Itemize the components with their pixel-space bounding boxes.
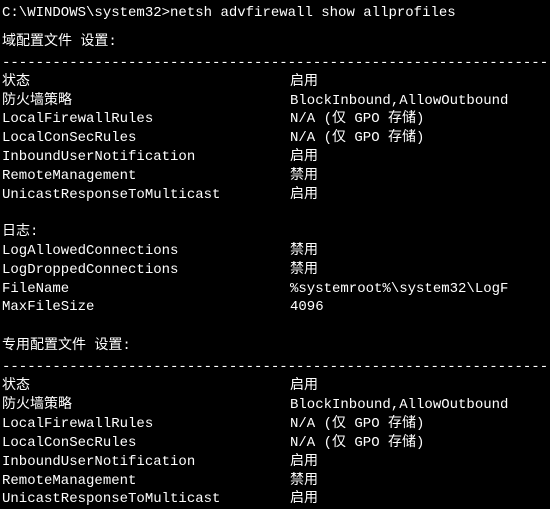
output-row: 防火墙策略BlockInbound,AllowOutbound: [2, 396, 548, 415]
output-key: RemoteManagement: [2, 472, 290, 491]
divider: ----------------------------------------…: [2, 54, 548, 73]
divider: ----------------------------------------…: [2, 358, 548, 377]
profile-header-private: 专用配置文件 设置:: [2, 337, 548, 356]
output-value: 禁用: [290, 242, 548, 261]
output-value: 禁用: [290, 261, 548, 280]
output-key: 日志:: [2, 223, 290, 242]
output-row: LogDroppedConnections禁用: [2, 261, 548, 280]
output-key: 状态: [2, 377, 290, 396]
output-row: LogAllowedConnections禁用: [2, 242, 548, 261]
output-row: 状态启用: [2, 377, 548, 396]
output-row: LocalConSecRulesN/A (仅 GPO 存储): [2, 129, 548, 148]
command-prompt-line: C:\WINDOWS\system32>netsh advfirewall sh…: [2, 4, 548, 23]
output-key: RemoteManagement: [2, 167, 290, 186]
output-value: 启用: [290, 148, 548, 167]
output-value: BlockInbound,AllowOutbound: [290, 92, 548, 111]
output-key: LocalConSecRules: [2, 434, 290, 453]
output-key: UnicastResponseToMulticast: [2, 186, 290, 205]
output-row: FileName%systemroot%\system32\LogF: [2, 280, 548, 299]
output-row: UnicastResponseToMulticast启用: [2, 186, 548, 205]
output-value: 禁用: [290, 472, 548, 491]
output-key: LocalFirewallRules: [2, 110, 290, 129]
output-value: 启用: [290, 186, 548, 205]
output-value: 4096: [290, 298, 548, 317]
output-row: LocalFirewallRulesN/A (仅 GPO 存储): [2, 110, 548, 129]
output-key: InboundUserNotification: [2, 148, 290, 167]
output-key: InboundUserNotification: [2, 453, 290, 472]
output-value: 启用: [290, 377, 548, 396]
output-row: 日志:: [2, 223, 548, 242]
output-value: N/A (仅 GPO 存储): [290, 415, 548, 434]
output-key: 防火墙策略: [2, 92, 290, 111]
blank-line: [2, 317, 548, 331]
output-key: 防火墙策略: [2, 396, 290, 415]
output-row: RemoteManagement禁用: [2, 167, 548, 186]
output-key: LocalConSecRules: [2, 129, 290, 148]
output-value: 禁用: [290, 167, 548, 186]
output-key: LogDroppedConnections: [2, 261, 290, 280]
prompt-path: C:\WINDOWS\system32>: [2, 5, 170, 21]
output-row: RemoteManagement禁用: [2, 472, 548, 491]
profile-header-domain: 域配置文件 设置:: [2, 33, 548, 52]
output-value: N/A (仅 GPO 存储): [290, 110, 548, 129]
output-row: LocalFirewallRulesN/A (仅 GPO 存储): [2, 415, 548, 434]
output-value: BlockInbound,AllowOutbound: [290, 396, 548, 415]
output-value: [290, 223, 548, 242]
prompt-command: netsh advfirewall show allprofiles: [170, 5, 456, 21]
output-row: LocalConSecRulesN/A (仅 GPO 存储): [2, 434, 548, 453]
output-row: InboundUserNotification启用: [2, 148, 548, 167]
output-row: 防火墙策略BlockInbound,AllowOutbound: [2, 92, 548, 111]
output-row: MaxFileSize4096: [2, 298, 548, 317]
output-value: N/A (仅 GPO 存储): [290, 129, 548, 148]
output-value: %systemroot%\system32\LogF: [290, 280, 548, 299]
output-key: LogAllowedConnections: [2, 242, 290, 261]
output-key: LocalFirewallRules: [2, 415, 290, 434]
output-value: N/A (仅 GPO 存储): [290, 434, 548, 453]
output-key: FileName: [2, 280, 290, 299]
output-row: 状态启用: [2, 73, 548, 92]
output-key: MaxFileSize: [2, 298, 290, 317]
output-row: InboundUserNotification启用: [2, 453, 548, 472]
output-value: 启用: [290, 453, 548, 472]
output-key: 状态: [2, 73, 290, 92]
blank-line: [2, 205, 548, 223]
output-value: 启用: [290, 73, 548, 92]
